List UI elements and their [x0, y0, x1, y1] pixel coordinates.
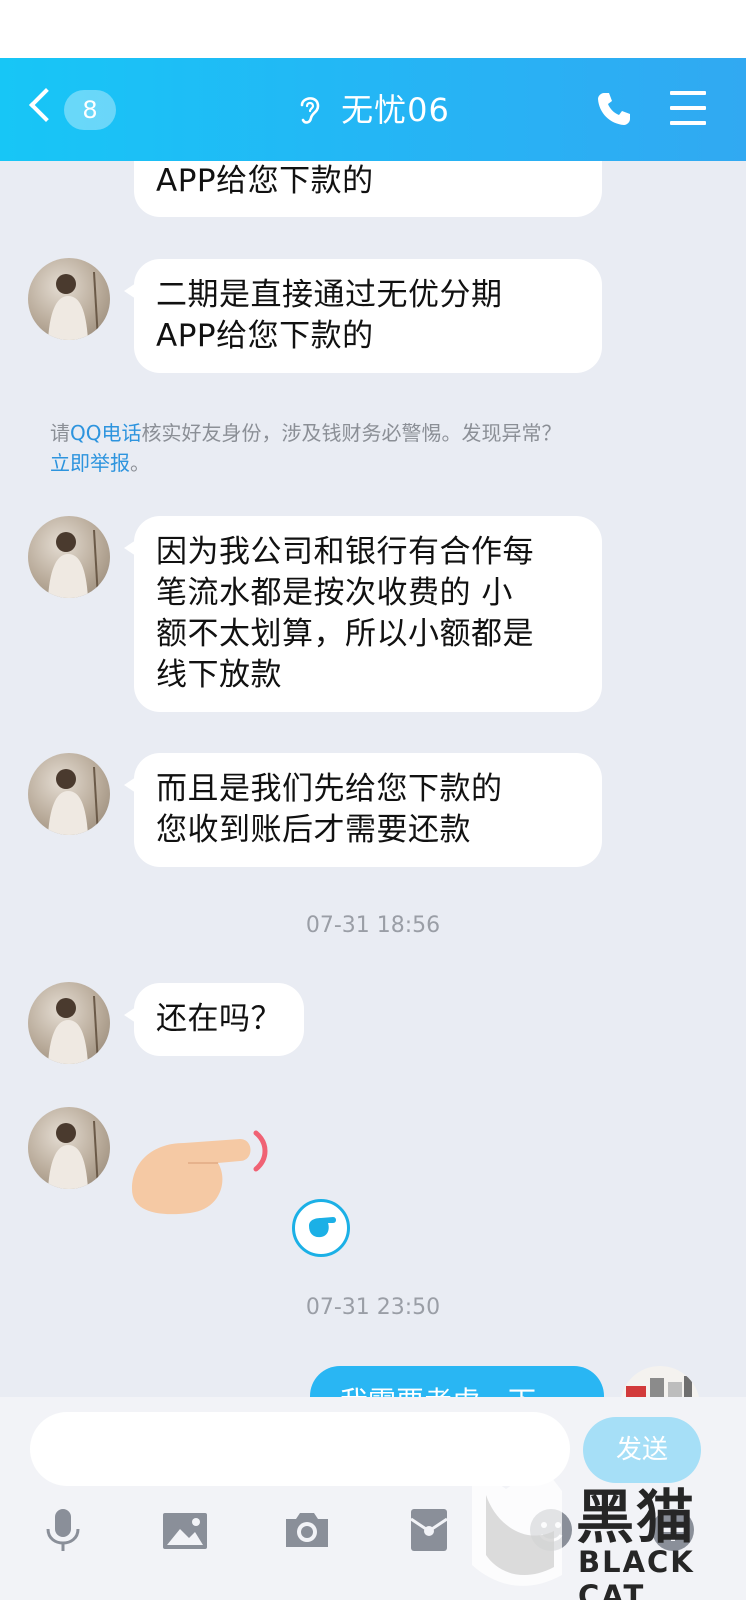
- message-bubble[interactable]: 因为我公司和银行有合作每 笔流水都是按次收费的 小 额不太划算，所以小额都是 线…: [124, 516, 602, 712]
- avatar[interactable]: [28, 258, 110, 340]
- message-bubble[interactable]: 二期是直接通过无优分期 APP给您下款的: [124, 259, 602, 373]
- message-line: 额不太划算，所以小额都是: [156, 616, 534, 652]
- chat-header: 8 无忧06: [0, 58, 746, 161]
- avatar[interactable]: [28, 982, 110, 1064]
- red-packet-icon[interactable]: [404, 1505, 454, 1555]
- message-line: 因为我公司和银行有合作每: [156, 534, 534, 570]
- message-list[interactable]: APP给您下款的 二期是直接通过无优分期 APP给您下款的 请QQ电话核实好友身…: [0, 161, 746, 1423]
- message-line: 而且是我们先给您下款的: [156, 771, 503, 807]
- chat-title-group[interactable]: 无忧06: [0, 88, 746, 132]
- poke-finger-sticker[interactable]: [128, 1129, 276, 1219]
- watermark-text: 黑猫: [576, 1483, 697, 1551]
- message-line: 线下放款: [156, 657, 282, 693]
- report-link[interactable]: 立即举报: [50, 451, 130, 475]
- chat-title: 无忧06: [341, 91, 450, 129]
- status-bar: [0, 0, 746, 58]
- phone-icon[interactable]: [595, 90, 633, 128]
- message-bubble[interactable]: APP给您下款的: [134, 161, 602, 217]
- mic-icon[interactable]: [38, 1505, 88, 1555]
- ear-icon: [300, 97, 320, 124]
- image-icon[interactable]: [160, 1505, 210, 1555]
- avatar[interactable]: [28, 753, 110, 835]
- message-line: 您收到账后才需要还款: [156, 812, 471, 848]
- message-line: APP给您下款的: [156, 163, 374, 199]
- message-line: 笔流水都是按次收费的 小: [156, 575, 513, 611]
- avatar[interactable]: [28, 516, 110, 598]
- timestamp: 07-31 23:50: [305, 1295, 441, 1320]
- qq-call-link[interactable]: QQ电话: [70, 421, 141, 445]
- message-bubble[interactable]: 而且是我们先给您下款的 您收到账后才需要还款: [124, 753, 602, 867]
- poke-badge-icon[interactable]: [292, 1199, 350, 1257]
- watermark-subtext: BLACK CAT: [578, 1545, 695, 1600]
- message-line: 二期是直接通过无优分期: [156, 277, 503, 313]
- avatar[interactable]: [28, 1107, 110, 1189]
- message-line: 还在吗？: [156, 1001, 282, 1037]
- camera-icon[interactable]: [282, 1505, 332, 1555]
- timestamp: 07-31 18:56: [305, 913, 441, 938]
- security-notice: 请QQ电话核实好友身份，涉及钱财务必警惕。发现异常？ 立即举报。: [50, 421, 562, 475]
- message-line: APP给您下款的: [156, 318, 374, 354]
- menu-icon[interactable]: [670, 91, 706, 125]
- message-bubble[interactable]: 还在吗？: [124, 983, 304, 1056]
